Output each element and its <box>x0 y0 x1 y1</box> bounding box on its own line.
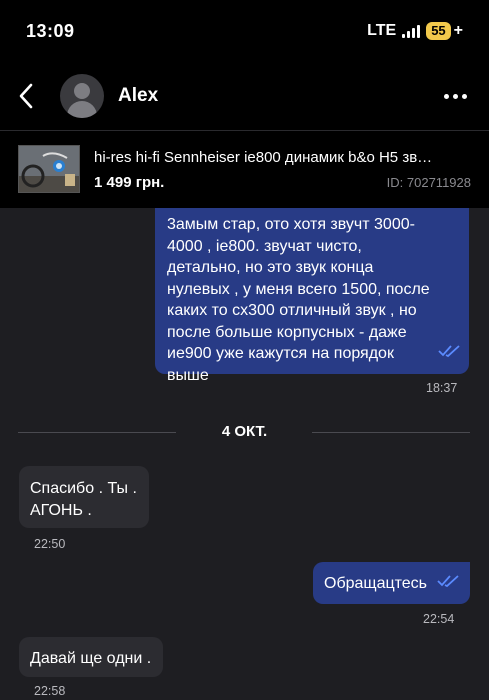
message-list[interactable]: 3амым стар, ото хотя звучт 3000-4000 , i… <box>0 208 489 700</box>
listing-card[interactable]: hi-res hi-fi Sennheiser ie800 динамик b&… <box>0 130 489 208</box>
signal-icon <box>402 24 421 38</box>
charging-indicator: + <box>453 22 463 39</box>
message-text: Давай ще одни . <box>30 650 152 667</box>
message-bubble-incoming[interactable]: Спасибо . Ты . АГОНЬ . <box>19 466 149 528</box>
double-check-icon <box>437 575 459 588</box>
contact-name[interactable]: Alex <box>118 85 158 107</box>
status-bar: 13:09 LTE 55 + <box>0 0 489 62</box>
message-text: Обращацтесь <box>324 575 428 592</box>
avatar[interactable] <box>60 74 104 118</box>
chat-header: Alex <box>0 62 489 130</box>
message-bubble-incoming[interactable]: Давай ще одни . <box>19 637 163 677</box>
listing-title: hi-res hi-fi Sennheiser ie800 динамик b&… <box>94 149 433 166</box>
network-type: LTE <box>367 22 397 39</box>
message-bubble-outgoing[interactable]: 3амым стар, ото хотя звучт 3000-4000 , i… <box>155 208 469 384</box>
battery-level: 55 <box>426 22 451 40</box>
chevron-left-icon[interactable] <box>18 81 40 111</box>
message-time: 22:58 <box>34 684 66 698</box>
message-text: Спасибо . Ты . АГОНЬ . <box>30 480 137 519</box>
listing-id: ID: 702711928 <box>386 175 471 190</box>
date-separator: 4 ОКТ. <box>0 422 489 442</box>
status-time: 13:09 <box>26 20 75 41</box>
listing-price: 1 499 грн. <box>94 174 165 191</box>
message-text: 3амым стар, ото хотя звучт 3000-4000 , i… <box>167 216 430 384</box>
message-time: 22:50 <box>34 537 66 551</box>
more-dots-icon[interactable] <box>444 93 471 99</box>
message-time: 18:37 <box>426 381 458 395</box>
message-time: 22:54 <box>423 612 455 626</box>
listing-thumbnail[interactable] <box>18 145 80 193</box>
double-check-icon <box>438 345 460 358</box>
status-indicators: LTE 55 + <box>367 22 463 40</box>
